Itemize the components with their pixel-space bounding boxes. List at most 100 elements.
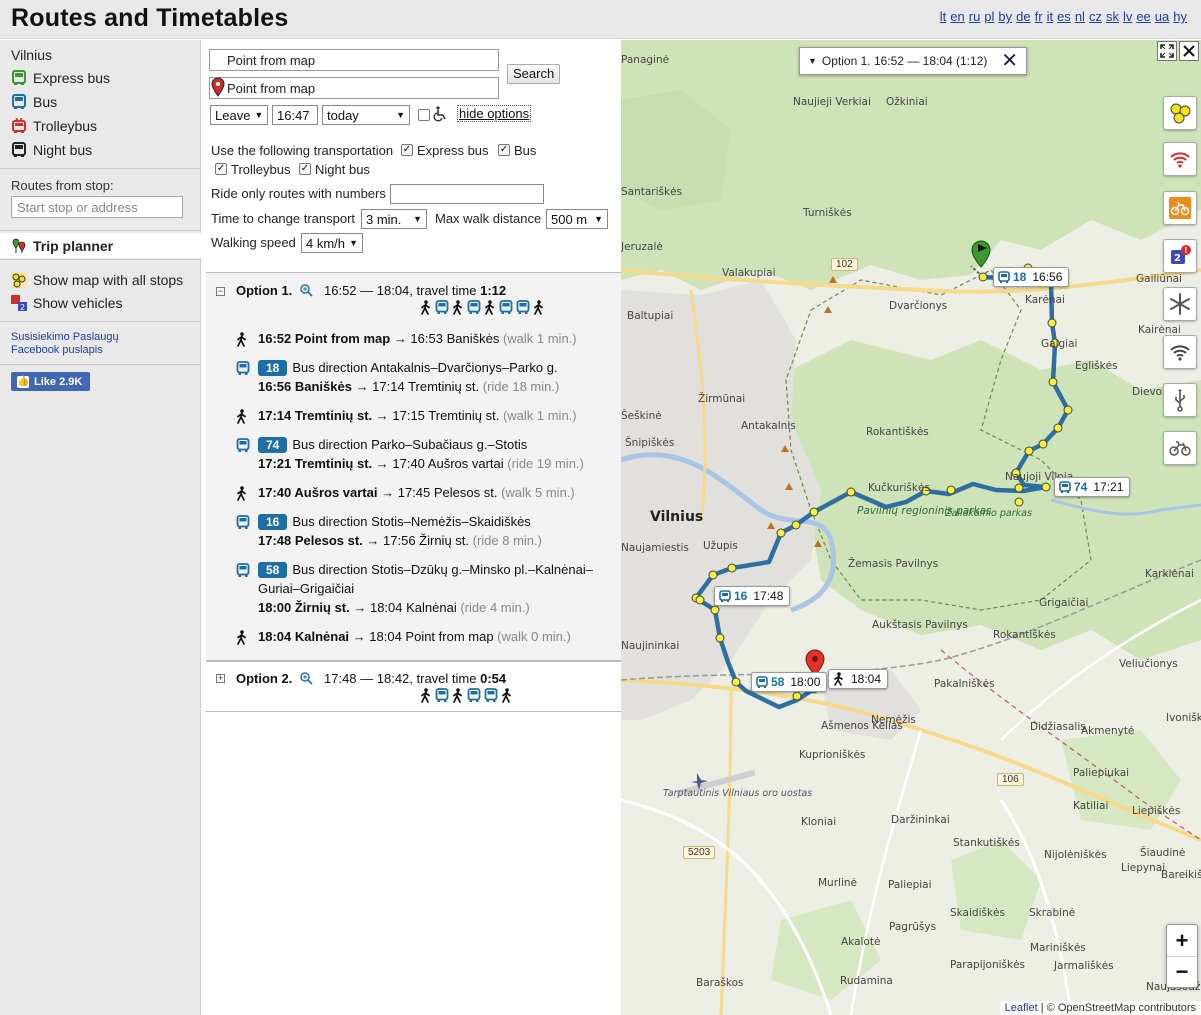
language-link-nl[interactable]: nl — [1075, 9, 1085, 24]
wifi-red-layer-button[interactable] — [1163, 142, 1197, 176]
option-title[interactable]: Option 2. — [236, 671, 292, 686]
sidebar-item-night-bus[interactable]: Night bus — [11, 139, 92, 161]
walk-icon — [421, 300, 430, 315]
close-icon[interactable]: ✕ — [1001, 51, 1018, 71]
language-link-de[interactable]: de — [1016, 9, 1030, 24]
option-popup[interactable]: ▼ Option 1. 16:52 — 18:04 (1:12) ✕ — [799, 47, 1027, 75]
zoom-out-button[interactable]: − — [1167, 956, 1197, 987]
trolleybus-icon — [12, 118, 26, 133]
snow-layer-button[interactable] — [1163, 287, 1197, 321]
zoom-in-button[interactable]: + — [1167, 925, 1197, 956]
wifi-layer-button[interactable] — [1163, 335, 1197, 369]
sidebar-item-show-vehicles[interactable]: 2 Show vehicles — [11, 292, 123, 314]
walk-icon — [502, 688, 511, 703]
walk-mode — [452, 688, 464, 703]
bus-mode — [435, 688, 449, 703]
stops-layer-button[interactable] — [1163, 96, 1197, 130]
place-label: Paliepiukai — [1073, 767, 1130, 779]
language-link-lt[interactable]: lt — [940, 9, 947, 24]
route-badge[interactable]: 74 — [258, 437, 288, 453]
sidebar-item-trolleybus[interactable]: Trolleybus — [11, 115, 97, 137]
leg-direction[interactable]: 74 Bus direction Parko–Subačiaus g.–Stoti… — [258, 437, 527, 453]
stop-time-bubble[interactable]: 74 17:21 — [1054, 477, 1131, 497]
bus-icon — [484, 688, 498, 702]
language-link-it[interactable]: it — [1047, 9, 1054, 24]
bike-share-layer-button[interactable] — [1163, 191, 1197, 225]
language-link-pl[interactable]: pl — [984, 9, 994, 24]
leg-detail: 16:52 Point from map → 16:53 Baniškės (w… — [258, 331, 577, 346]
language-link-lv[interactable]: lv — [1123, 9, 1132, 24]
route-badge[interactable]: 16 — [258, 514, 288, 530]
close-map-button[interactable] — [1179, 41, 1199, 61]
facebook-like-button[interactable]: 👍 Like 2.9K — [11, 372, 91, 391]
route-numbers-input[interactable] — [390, 184, 544, 204]
night-bus-checkbox[interactable]: ✓ — [299, 163, 311, 175]
bus-icon — [998, 270, 1010, 283]
time-input[interactable] — [272, 105, 318, 125]
language-link-cz[interactable]: cz — [1089, 9, 1102, 24]
express-bus-option-label: Express bus — [417, 143, 489, 158]
like-count: Like 2.9K — [34, 375, 83, 388]
fullscreen-button[interactable] — [1157, 41, 1177, 61]
from-field[interactable] — [209, 49, 499, 71]
language-link-hy[interactable]: hy — [1173, 9, 1187, 24]
language-link-fr[interactable]: fr — [1035, 9, 1043, 24]
expand-option-toggle[interactable]: + — [216, 674, 225, 683]
sidebar-item-express-bus[interactable]: Express bus — [11, 67, 110, 89]
route-badge[interactable]: 58 — [258, 562, 288, 578]
to-field[interactable] — [209, 77, 499, 99]
language-link-ee[interactable]: ee — [1136, 9, 1150, 24]
day-select[interactable]: today ▼ — [322, 105, 410, 125]
zoom-to-route-icon[interactable] — [299, 671, 313, 685]
place-label: Mariniškės — [1030, 942, 1086, 954]
usb-layer-button[interactable] — [1163, 383, 1197, 417]
bubble-time: 16:56 — [1032, 270, 1063, 284]
stop-time-bubble[interactable]: 16 17:48 — [714, 586, 791, 606]
leg-direction[interactable]: 16 Bus direction Stotis–Nemėžis–Skaidiškė… — [258, 514, 531, 530]
map-view[interactable]: Panaginė Naujieji Verkiai Ožkiniai Santariš… — [621, 40, 1201, 1015]
search-button[interactable]: Search — [507, 64, 561, 84]
walk-distance-select[interactable]: 500 m ▼ — [546, 209, 608, 229]
leaflet-link[interactable]: Leaflet — [1005, 1002, 1038, 1014]
leg-bus — [236, 361, 250, 379]
route-badge[interactable]: 18 — [258, 360, 288, 376]
hide-options-toggle[interactable]: hide options — [457, 105, 532, 122]
operator-link[interactable]: Susisiekimo Paslaugų — [11, 331, 119, 343]
language-link-ru[interactable]: ru — [969, 9, 981, 24]
language-link-sk[interactable]: sk — [1106, 9, 1119, 24]
stop-time-bubble[interactable]: 18 16:56 — [993, 267, 1070, 287]
collapse-option-toggle[interactable]: − — [216, 287, 225, 296]
route-numbers-label: Ride only routes with numbers — [211, 186, 386, 201]
sidebar-item-show-map[interactable]: Show map with all stops — [11, 269, 183, 291]
walking-speed-select[interactable]: 4 km/h ▼ — [301, 233, 363, 253]
leg-end: → 18:04 Point from map — [349, 629, 498, 644]
sidebar-item-label: Bus — [33, 94, 58, 110]
road-shield: 102 — [831, 258, 858, 271]
language-link-en[interactable]: en — [950, 9, 964, 24]
change-time-select[interactable]: 3 min. ▼ — [361, 209, 427, 229]
trolleybus-option-label: Trolleybus — [231, 162, 291, 177]
bike-layer-button[interactable] — [1163, 431, 1197, 465]
facebook-link[interactable]: Facebook puslapis — [11, 344, 103, 356]
bus-checkbox[interactable]: ✓ — [498, 144, 510, 156]
language-link-ua[interactable]: ua — [1155, 9, 1169, 24]
wheelchair-checkbox[interactable] — [418, 109, 430, 121]
option-title[interactable]: Option 1. — [236, 283, 292, 298]
sidebar-item-bus[interactable]: Bus — [11, 91, 57, 113]
trolleybus-checkbox[interactable]: ✓ — [215, 163, 227, 175]
express-bus-checkbox[interactable]: ✓ — [401, 144, 413, 156]
language-link-by[interactable]: by — [998, 9, 1012, 24]
leave-arrive-select[interactable]: Leave ▼ — [210, 105, 268, 125]
leg-duration: (walk 1 min.) — [502, 331, 577, 346]
leg-direction[interactable]: 58 Bus direction Stotis–Dzūkų g.–Minsko p… — [258, 562, 593, 578]
leg-end: → 17:15 Tremtinių st. — [372, 408, 503, 423]
stop-time-bubble[interactable]: 18:04 — [828, 669, 889, 689]
language-link-es[interactable]: es — [1057, 9, 1071, 24]
leg-direction[interactable]: 18 Bus direction Antakalnis–Dvarčionys–Pa… — [258, 360, 558, 376]
vehicles-layer-button[interactable]: 2! — [1163, 239, 1197, 273]
stop-time-bubble[interactable]: 58 18:00 — [751, 672, 828, 692]
sidebar-item-trip-planner[interactable]: Trip planner — [11, 235, 113, 257]
map-stops-icon — [11, 272, 27, 288]
zoom-to-route-icon[interactable] — [299, 283, 313, 297]
stop-search-input[interactable] — [11, 196, 183, 218]
